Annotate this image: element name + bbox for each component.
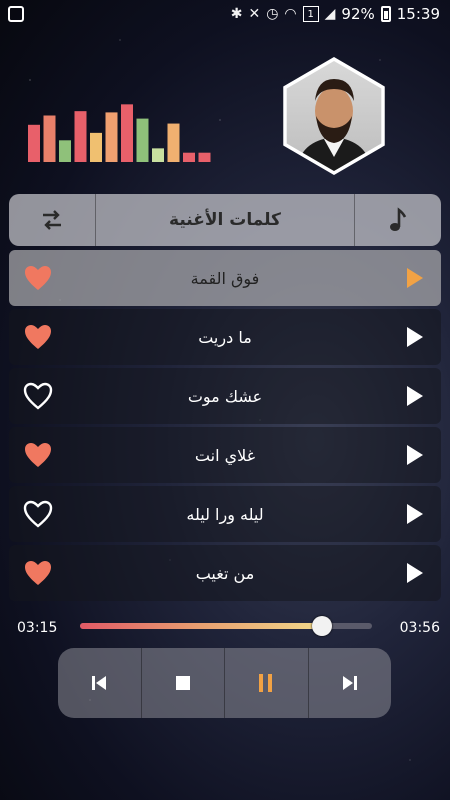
equalizer-visualizer: [28, 104, 211, 162]
music-note-icon: [390, 207, 407, 231]
play-icon[interactable]: [407, 563, 423, 583]
song-row[interactable]: غلاي انت: [9, 427, 441, 483]
heart-icon[interactable]: [23, 264, 53, 292]
song-title: غلاي انت: [194, 445, 256, 465]
lyrics-header: كلمات الأغنية: [9, 194, 441, 246]
next-icon: [342, 676, 357, 690]
wifi-icon: ◠: [284, 6, 297, 22]
artist-photo: [297, 79, 371, 171]
next-button[interactable]: [309, 648, 392, 718]
heart-icon[interactable]: [23, 323, 53, 351]
song-title: عشك موت: [187, 386, 263, 406]
heart-icon[interactable]: [23, 500, 53, 528]
heart-icon[interactable]: [23, 559, 53, 587]
status-bar: ✱ ✕ ◷ ◠ 1 ◢ 92% 15:39: [0, 0, 450, 30]
heart-icon[interactable]: [23, 382, 53, 410]
previous-button[interactable]: [58, 648, 142, 718]
heart-icon[interactable]: [23, 441, 53, 469]
equalizer-bar: [74, 111, 87, 162]
shuffle-icon: [43, 210, 61, 230]
equalizer-bar: [121, 104, 133, 162]
shuffle-button[interactable]: [9, 194, 96, 246]
play-icon[interactable]: [407, 268, 423, 288]
music-note-button[interactable]: [354, 194, 441, 246]
pause-button[interactable]: [225, 648, 309, 718]
play-icon[interactable]: [407, 386, 423, 406]
equalizer-bar: [28, 124, 40, 162]
song-title: ما دريت: [198, 327, 252, 347]
equalizer-bar: [198, 152, 211, 162]
equalizer-bar: [43, 115, 56, 162]
signal-icon: ◢: [324, 6, 336, 22]
battery-percent: 92%: [341, 5, 375, 23]
song-title: فوق القمة: [190, 268, 260, 288]
seek-handle[interactable]: [312, 616, 333, 636]
song-row[interactable]: ليله ورا ليله: [9, 486, 441, 542]
playback-controls: [58, 648, 391, 718]
app-notification-icon: [8, 6, 24, 22]
seek-progress: [80, 623, 323, 629]
mute-icon: ✕: [248, 6, 261, 22]
song-row[interactable]: ما دريت: [9, 309, 441, 365]
equalizer-bar: [167, 123, 180, 162]
lyrics-title[interactable]: كلمات الأغنية: [96, 194, 354, 246]
song-row[interactable]: من تغيب: [9, 545, 441, 601]
seek-bar[interactable]: [80, 616, 372, 636]
play-icon[interactable]: [407, 445, 423, 465]
play-icon[interactable]: [407, 504, 423, 524]
sim-icon: 1: [302, 6, 319, 22]
previous-icon: [92, 676, 107, 690]
equalizer-bar: [90, 132, 102, 162]
artist-avatar: [283, 57, 385, 175]
stop-icon: [175, 676, 190, 690]
stop-button[interactable]: [142, 648, 225, 718]
battery-icon: [380, 6, 391, 22]
song-row[interactable]: عشك موت: [9, 368, 441, 424]
equalizer-bar: [183, 152, 195, 162]
song-title: ليله ورا ليله: [186, 504, 264, 524]
bluetooth-icon: ✱: [230, 6, 243, 22]
current-time: 03:15: [17, 620, 58, 636]
song-row[interactable]: فوق القمة: [9, 250, 441, 306]
equalizer-bar: [152, 148, 164, 162]
total-time: 03:56: [399, 620, 440, 636]
alarm-icon: ◷: [266, 6, 279, 22]
pause-icon: [259, 674, 273, 692]
equalizer-bar: [59, 140, 71, 162]
song-list: فوق القمة ما دريت عشك موت غلاي انت ليله …: [9, 250, 441, 604]
clock: 15:39: [396, 5, 440, 23]
equalizer-bar: [105, 112, 118, 162]
play-icon[interactable]: [407, 327, 423, 347]
song-title: من تغيب: [195, 563, 255, 583]
equalizer-bar: [136, 118, 149, 162]
